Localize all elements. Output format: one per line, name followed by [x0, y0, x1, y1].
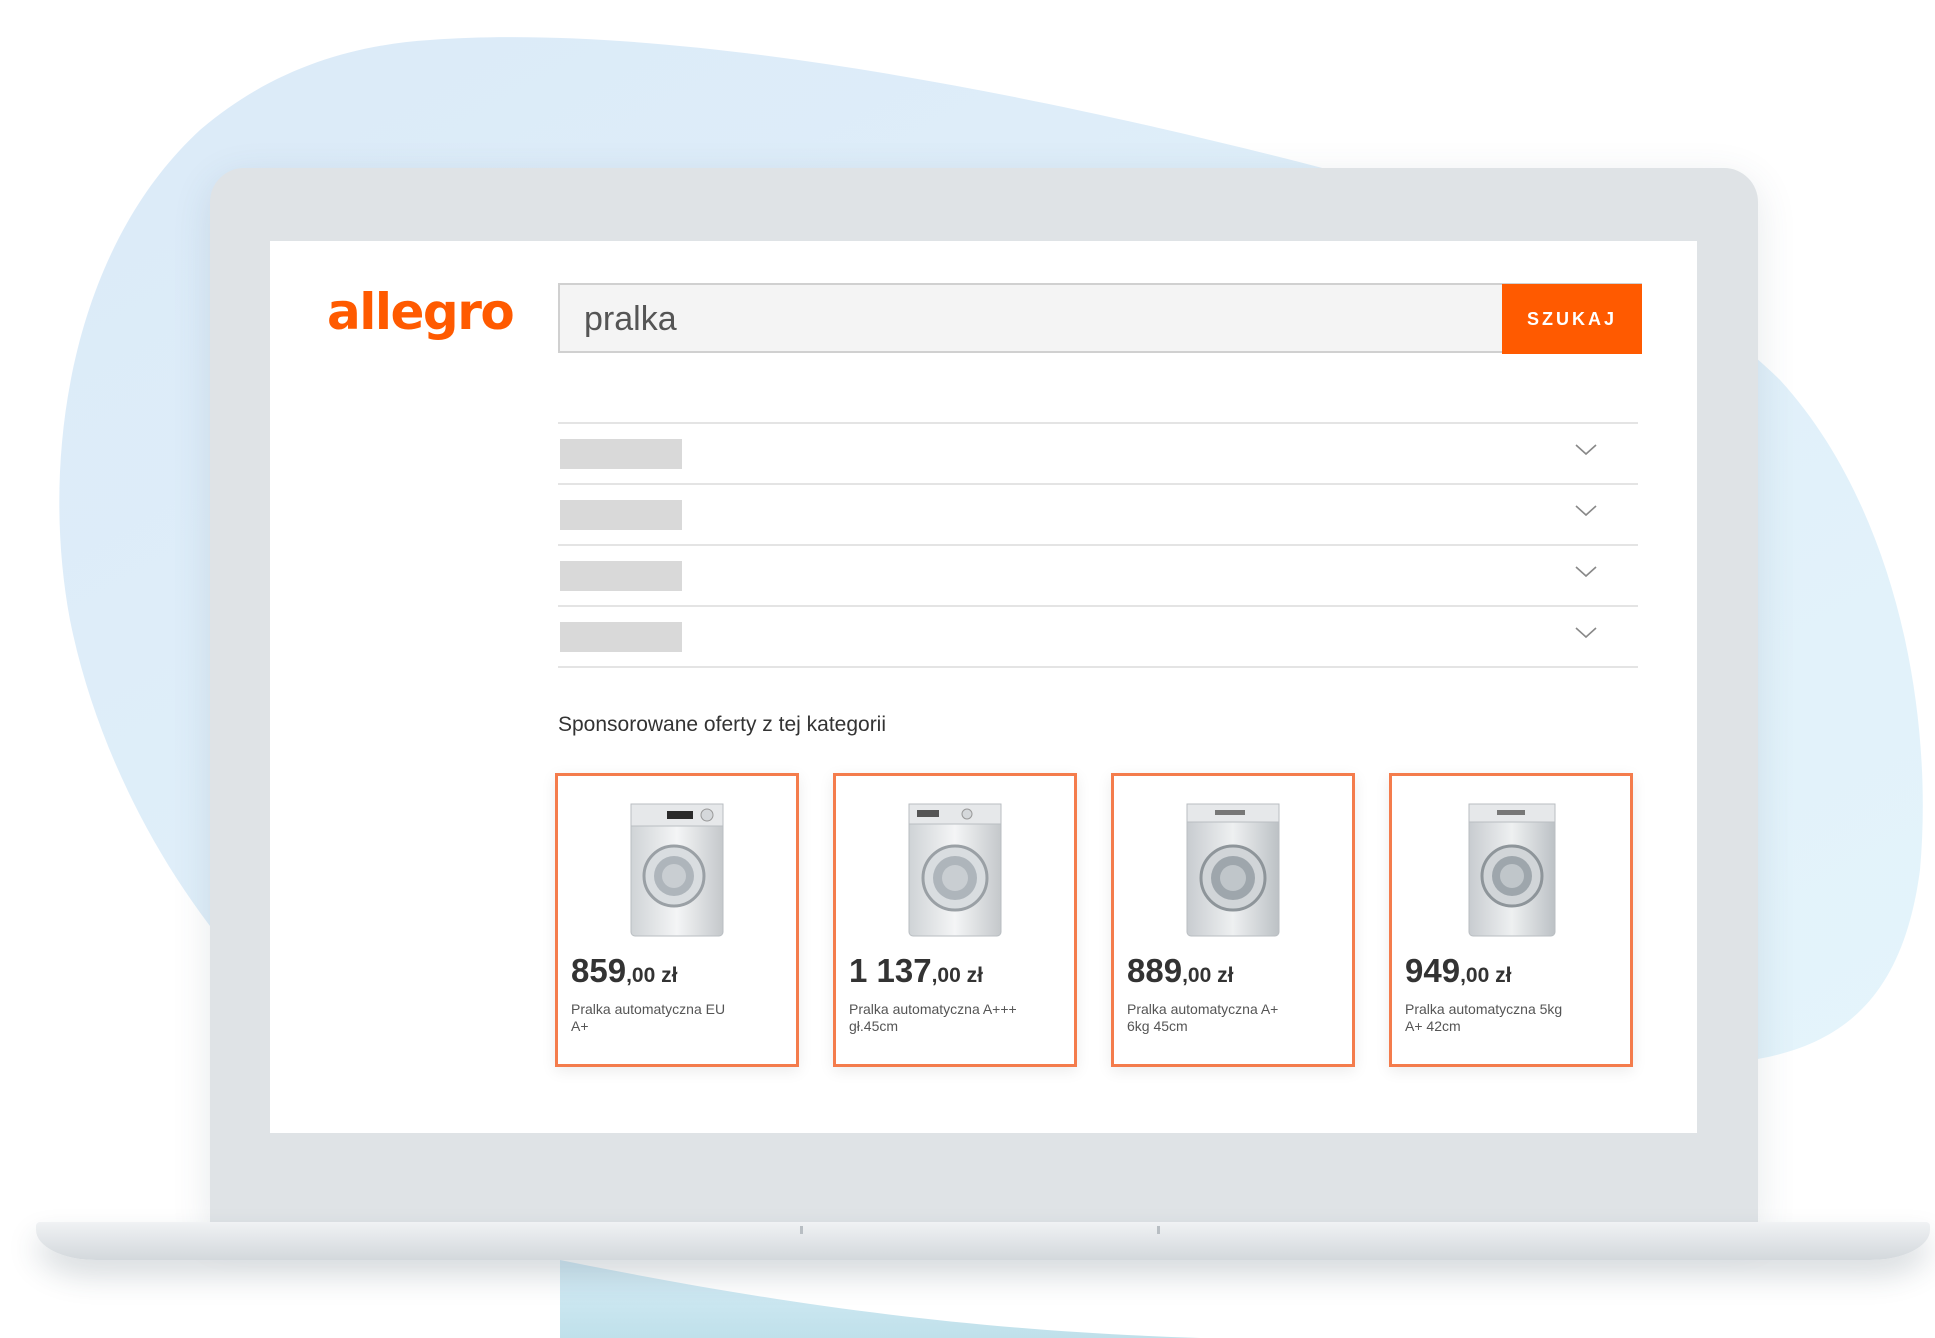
washing-machine-icon: [1468, 803, 1556, 937]
offer-card[interactable]: 859,00 zł Pralka automatyczna EU A+: [555, 773, 799, 1067]
washing-machine-icon: [1186, 803, 1280, 937]
chevron-down-icon[interactable]: [1574, 499, 1598, 523]
filter-label-placeholder: [560, 500, 682, 530]
search-button[interactable]: SZUKAJ: [1502, 284, 1642, 354]
offer-price: 889,00 zł: [1127, 952, 1234, 989]
laptop-notch: [800, 1226, 1160, 1234]
offer-description[interactable]: Pralka automatyczna A+ 6kg 45cm: [1127, 1001, 1347, 1035]
filter-label-placeholder: [560, 439, 682, 469]
offer-price: 1 137,00 zł: [849, 952, 983, 989]
offer-description[interactable]: Pralka automatyczna 5kg A+ 42cm: [1405, 1001, 1625, 1035]
chevron-down-icon[interactable]: [1574, 560, 1598, 584]
search-input[interactable]: [582, 285, 1586, 353]
offer-price: 949,00 zł: [1405, 952, 1512, 989]
washing-machine-icon: [630, 803, 724, 937]
filter-label-placeholder: [560, 622, 682, 652]
allegro-logo[interactable]: allegro: [327, 283, 515, 341]
filter-row[interactable]: [558, 607, 1638, 668]
chevron-down-icon[interactable]: [1574, 621, 1598, 645]
offer-price: 859,00 zł: [571, 952, 678, 989]
filter-list: [558, 422, 1638, 668]
filter-row[interactable]: [558, 546, 1638, 607]
offer-card[interactable]: 1 137,00 zł Pralka automatyczna A+++ gł.4…: [833, 773, 1077, 1067]
offer-card[interactable]: 949,00 zł Pralka automatyczna 5kg A+ 42cm: [1389, 773, 1633, 1067]
filter-label-placeholder: [560, 561, 682, 591]
offer-card[interactable]: 889,00 zł Pralka automatyczna A+ 6kg 45cm: [1111, 773, 1355, 1067]
offer-description[interactable]: Pralka automatyczna EU A+: [571, 1001, 791, 1035]
search-bar: [558, 283, 1642, 353]
sponsored-offers-title: Sponsorowane oferty z tej kategorii: [558, 713, 887, 736]
filter-row[interactable]: [558, 424, 1638, 485]
filter-row[interactable]: [558, 485, 1638, 546]
chevron-down-icon[interactable]: [1574, 438, 1598, 462]
washing-machine-icon: [908, 803, 1002, 937]
offer-description[interactable]: Pralka automatyczna A+++ gł.45cm: [849, 1001, 1069, 1035]
